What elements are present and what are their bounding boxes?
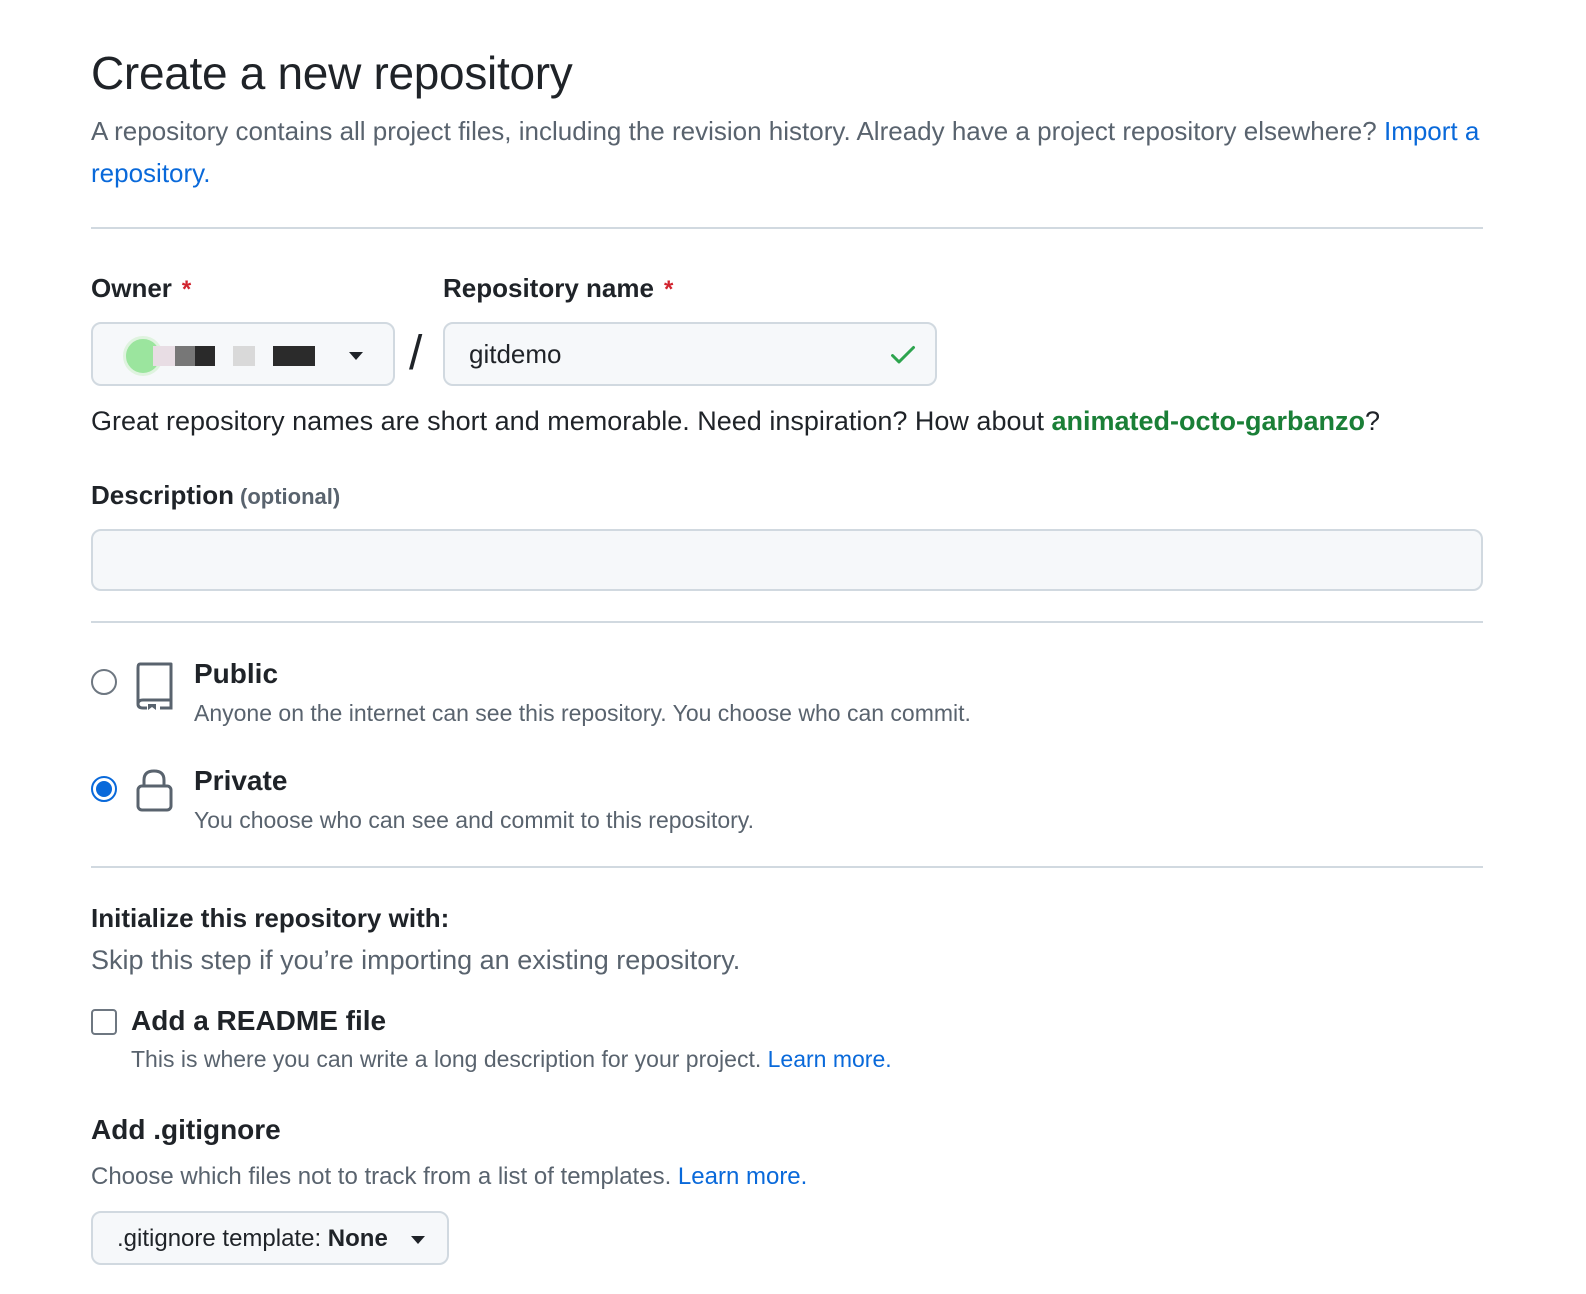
repo-name-hint: Great repository names are short and mem… xyxy=(91,406,1380,437)
gitignore-button-prefix: .gitignore template: xyxy=(117,1225,322,1252)
owner-label: Owner * xyxy=(91,273,191,304)
readme-desc-text: This is where you can write a long descr… xyxy=(131,1046,762,1072)
optional-tag: (optional) xyxy=(240,484,341,509)
redacted-block xyxy=(273,346,315,366)
description-label: Description (optional) xyxy=(91,480,340,511)
readme-desc: This is where you can write a long descr… xyxy=(131,1046,892,1073)
owner-select-button[interactable] xyxy=(91,322,395,386)
public-title: Public xyxy=(194,658,279,689)
hint-text: Great repository names are short and mem… xyxy=(91,406,1044,436)
redacted-block xyxy=(153,346,175,366)
init-desc: Skip this step if you’re importing an ex… xyxy=(91,945,741,975)
subtitle-text: A repository contains all project files,… xyxy=(91,116,1377,146)
repo-name-label-text: Repository name xyxy=(443,273,654,303)
radio-public[interactable] xyxy=(91,669,117,695)
gitignore-title: Add .gitignore xyxy=(91,1114,281,1145)
gitignore-desc-text: Choose which files not to track from a l… xyxy=(91,1163,672,1190)
gitignore-button-value: None xyxy=(327,1225,388,1252)
page-subtitle: A repository contains all project files,… xyxy=(91,110,1483,194)
repo-name-input[interactable] xyxy=(443,322,937,386)
gitignore-learn-more-link[interactable]: Learn more. xyxy=(678,1163,807,1190)
required-mark: * xyxy=(181,276,192,303)
divider xyxy=(91,621,1483,623)
init-title: Initialize this repository with: xyxy=(91,903,450,933)
lock-icon xyxy=(136,769,173,812)
gitignore-template-button[interactable]: .gitignore template: None xyxy=(91,1211,449,1265)
chevron-down-icon xyxy=(349,352,363,360)
readme-checkbox[interactable] xyxy=(91,1009,117,1035)
check-icon xyxy=(891,346,915,364)
gitignore-desc: Choose which files not to track from a l… xyxy=(91,1163,807,1191)
gitignore-button-text: .gitignore template: None xyxy=(117,1225,388,1253)
page-title: Create a new repository xyxy=(91,47,573,99)
public-desc: Anyone on the internet can see this repo… xyxy=(194,700,971,726)
owner-repo-separator: / xyxy=(409,327,423,380)
redacted-block xyxy=(175,346,195,366)
radio-private[interactable] xyxy=(91,776,117,802)
redacted-block xyxy=(195,346,215,366)
private-title: Private xyxy=(194,765,288,796)
private-desc: You choose who can see and commit to thi… xyxy=(194,807,754,833)
divider xyxy=(91,227,1483,229)
description-input[interactable] xyxy=(91,529,1483,591)
chevron-down-icon xyxy=(411,1236,425,1244)
repo-name-label: Repository name * xyxy=(443,273,673,304)
hint-suffix: ? xyxy=(1365,406,1381,436)
readme-label[interactable]: Add a README file xyxy=(131,1005,386,1037)
required-mark: * xyxy=(663,276,674,303)
description-label-text: Description xyxy=(91,480,235,510)
name-suggestion-link[interactable]: animated-octo-garbanzo xyxy=(1052,406,1366,436)
divider xyxy=(91,866,1483,868)
readme-learn-more-link[interactable]: Learn more. xyxy=(768,1046,892,1072)
repo-icon xyxy=(136,662,173,710)
owner-label-text: Owner xyxy=(91,273,172,303)
redacted-block xyxy=(233,346,255,366)
